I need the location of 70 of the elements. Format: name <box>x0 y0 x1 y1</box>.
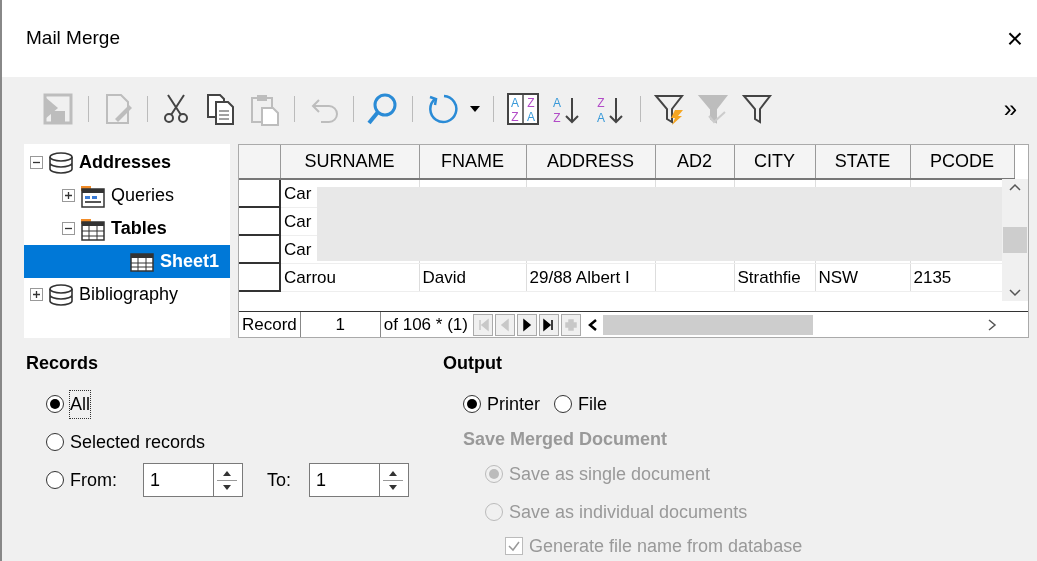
column-header[interactable]: PCODE <box>910 145 1014 180</box>
database-icon <box>48 282 74 307</box>
radio-button[interactable] <box>485 465 503 483</box>
scroll-thumb[interactable] <box>1003 227 1027 254</box>
record-label: Record <box>239 311 301 338</box>
row-header[interactable] <box>239 179 280 208</box>
radio-label[interactable]: Selected records <box>70 428 206 456</box>
scroll-up-icon[interactable] <box>1009 183 1021 192</box>
last-record-button[interactable] <box>538 313 559 336</box>
scroll-thumb[interactable] <box>602 314 813 335</box>
tree-item[interactable]: Sheet1 <box>24 245 230 279</box>
table-folder-icon <box>80 216 106 241</box>
query-folder-icon <box>80 183 106 208</box>
database-icon <box>48 150 74 175</box>
table-cell: David <box>419 263 526 292</box>
next-record-button[interactable] <box>516 313 537 336</box>
table-cell: NSW <box>815 263 910 292</box>
column-header[interactable]: FNAME <box>419 145 526 180</box>
column-header[interactable]: STATE <box>815 145 910 180</box>
column-header[interactable]: CITY <box>734 145 815 180</box>
expander-icon[interactable] <box>30 156 43 170</box>
radio-label[interactable]: Printer <box>487 390 540 418</box>
expander-icon[interactable] <box>62 189 75 203</box>
expander-icon[interactable] <box>62 222 75 236</box>
tree-item[interactable]: Tables <box>24 212 230 246</box>
scroll-left-icon[interactable] <box>586 317 599 332</box>
radio-button[interactable] <box>463 395 481 413</box>
section-heading: Save Merged Document <box>463 428 669 451</box>
tree-item[interactable]: Addresses <box>24 146 230 180</box>
scroll-down-icon[interactable] <box>1009 289 1021 298</box>
from-spin-field[interactable]: 1 <box>143 463 213 497</box>
radio-button[interactable] <box>46 433 64 451</box>
table-cell: 29/88 Albert I <box>526 263 655 292</box>
tree-item[interactable]: Bibliography <box>24 278 230 312</box>
record-number: 1 <box>300 311 381 338</box>
table-cell: Strathfie <box>734 263 815 292</box>
row-header[interactable] <box>239 263 280 292</box>
row-header[interactable] <box>239 207 280 236</box>
tree-item[interactable]: Queries <box>24 179 230 213</box>
radio-button[interactable] <box>554 395 572 413</box>
section-heading: Output <box>443 352 503 375</box>
caret-icon <box>469 104 481 113</box>
radio-label[interactable]: From: <box>70 466 117 494</box>
window-title: Mail Merge <box>26 26 120 51</box>
radio-label[interactable]: All <box>70 390 90 418</box>
column-header[interactable]: AD2 <box>655 145 734 180</box>
column-header[interactable]: ADDRESS <box>526 145 655 180</box>
sort-ascending-button[interactable]: A Z <box>548 89 586 128</box>
save-icon <box>42 91 76 126</box>
scroll-right-icon[interactable] <box>986 317 998 332</box>
close-button[interactable]: × <box>1002 24 1027 53</box>
checkbox[interactable] <box>505 537 523 555</box>
table-cell: Carrou <box>280 263 419 292</box>
more-tools-button[interactable]: » <box>999 96 1021 121</box>
radio-label[interactable]: File <box>578 390 608 418</box>
expander-icon[interactable] <box>30 288 43 302</box>
vertical-scrollbar[interactable] <box>1002 179 1028 302</box>
sort-descending-button[interactable]: Z A <box>592 89 630 128</box>
record-count: of 106 * (1) <box>382 313 469 336</box>
to-spin-field[interactable]: 1 <box>309 463 379 497</box>
new-arrow-icon <box>562 316 579 333</box>
radio-button[interactable] <box>46 471 64 489</box>
table-icon <box>129 250 155 273</box>
row-header[interactable] <box>239 235 280 264</box>
radio-button[interactable] <box>46 395 64 413</box>
column-header[interactable]: SURNAME <box>280 145 419 180</box>
section-heading: Records <box>26 352 100 375</box>
to-label: To: <box>267 468 291 492</box>
sort-button[interactable]: A Z Z A <box>504 89 542 128</box>
radio-button[interactable] <box>485 503 503 521</box>
